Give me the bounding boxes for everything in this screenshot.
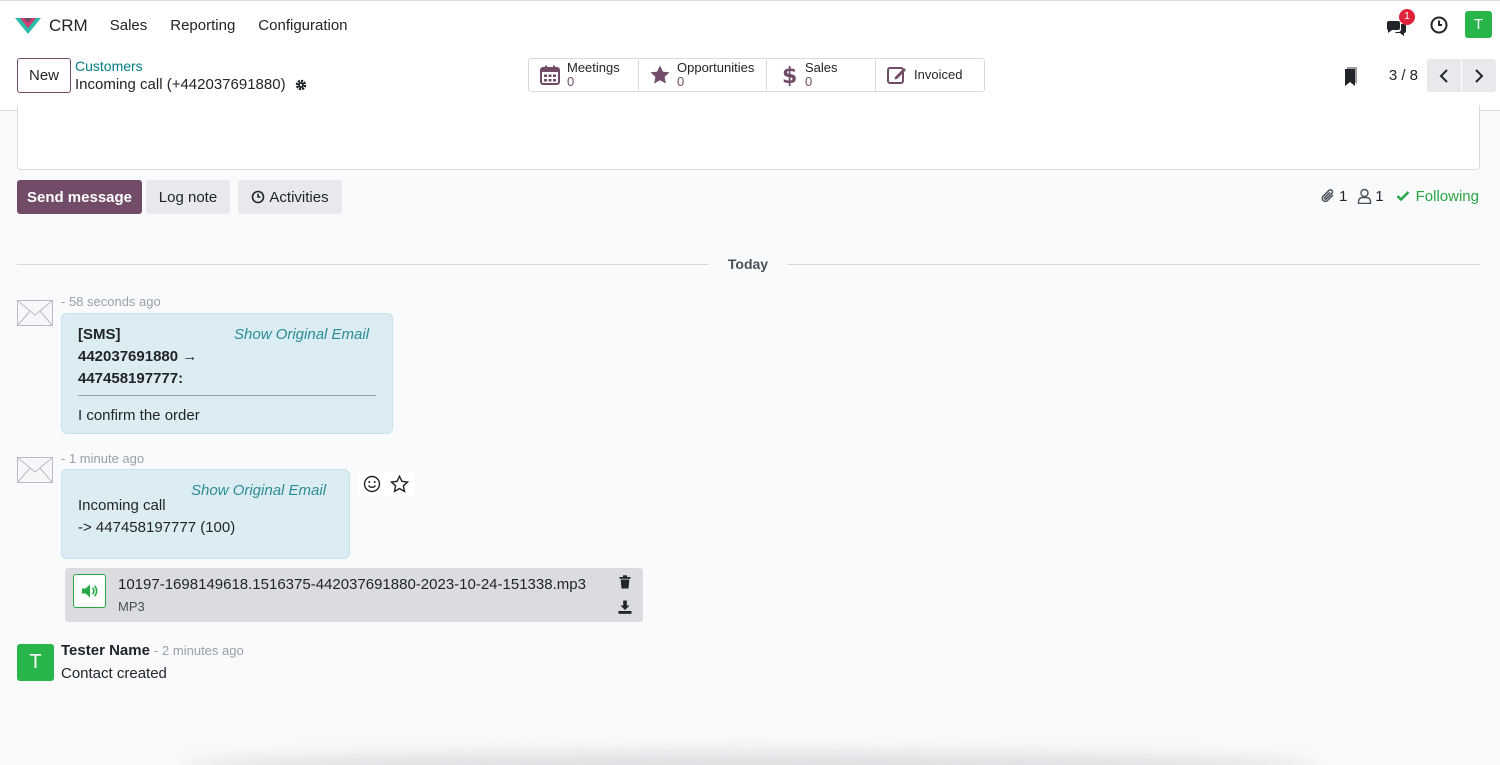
app-name: CRM <box>49 15 88 35</box>
systray: 1 T <box>1385 8 1492 38</box>
opportunities-label: Opportunities <box>677 60 755 75</box>
messages-menu[interactable]: 1 <box>1385 8 1415 37</box>
attachment-filename: 10197-1698149618.1516375-442037691880-20… <box>118 576 586 593</box>
record-title: Incoming call (+442037691880) <box>75 76 286 93</box>
call-body-line: -> 447458197777 (100) <box>78 519 236 536</box>
message-header: Tester Name - 2 minutes ago <box>61 642 244 659</box>
invoiced-label: Invoiced <box>914 67 963 82</box>
star-icon <box>650 65 670 84</box>
meetings-count: 0 <box>567 74 575 89</box>
record-form-bottom <box>17 105 1480 170</box>
user-avatar[interactable]: T <box>1465 11 1492 38</box>
activities-menu[interactable] <box>1429 15 1449 35</box>
main-menu: Sales Reporting Configuration <box>110 17 371 34</box>
clock-icon <box>252 190 265 204</box>
separator-line-right <box>787 264 1480 265</box>
trash-icon[interactable] <box>619 575 631 589</box>
new-button[interactable]: New <box>17 58 71 93</box>
activities-button[interactable]: Activities <box>238 180 342 214</box>
clock-icon <box>1430 16 1448 33</box>
sms-message-bubble: Show Original Email [SMS] 442037691880 →… <box>61 313 393 434</box>
sms-header: [SMS] 442037691880 → 447458197777: <box>78 324 197 390</box>
activities-label: Activities <box>269 188 329 206</box>
envelope-icon <box>17 457 53 483</box>
check-icon <box>1396 191 1409 202</box>
bookmark-icon[interactable] <box>1343 66 1359 86</box>
invoiced-smart-button[interactable]: Invoiced <box>876 59 984 91</box>
message-date: - 2 minutes ago <box>154 643 244 658</box>
breadcrumb-customers-link[interactable]: Customers <box>75 58 308 74</box>
breadcrumb: Customers Incoming call (+442037691880) <box>75 58 308 93</box>
svg-text:$: $ <box>782 64 797 86</box>
record-pager: 3 / 8 <box>1343 59 1496 92</box>
call-body: Incoming call -> 447458197777 (100) <box>78 495 235 539</box>
opportunities-smart-button[interactable]: Opportunities 0 <box>639 59 767 91</box>
pager-next-button[interactable] <box>1462 59 1496 92</box>
date-separator: Today <box>727 256 769 272</box>
sales-smart-button[interactable]: $ Sales 0 <box>767 59 876 91</box>
bottom-scroll-shadow <box>180 752 1320 765</box>
attachment-thumbnail[interactable] <box>73 574 106 608</box>
sms-divider <box>78 395 376 396</box>
smart-buttons: Meetings 0 Opportunities 0 $ Sales 0 Inv… <box>528 58 985 92</box>
meetings-smart-button[interactable]: Meetings 0 <box>529 59 639 91</box>
following-label: Following <box>1415 187 1479 205</box>
sales-label: Sales <box>805 60 838 75</box>
send-message-button[interactable]: Send message <box>17 180 142 214</box>
follower-count: 1 <box>1375 187 1384 205</box>
crm-logo-icon <box>15 17 41 34</box>
attachment-count: 1 <box>1338 187 1348 205</box>
following-button[interactable]: Following <box>1396 188 1479 205</box>
meetings-label: Meetings <box>567 60 620 75</box>
show-original-email-link[interactable]: Show Original Email <box>234 326 369 343</box>
dollar-icon: $ <box>782 64 797 86</box>
author-avatar[interactable]: T <box>17 644 54 681</box>
followers-button[interactable]: 1 <box>1357 187 1384 205</box>
sales-count: 0 <box>805 74 813 89</box>
sms-body: I confirm the order <box>78 407 200 424</box>
chatter-topbar-right: 1 1 Following <box>1310 187 1479 205</box>
paperclip-icon <box>1321 189 1334 203</box>
smiley-icon[interactable] <box>363 475 381 493</box>
speaker-icon <box>81 584 97 598</box>
breadcrumb-current: Incoming call (+442037691880) <box>75 76 308 93</box>
attachment-type: MP3 <box>118 599 145 614</box>
edit-icon <box>887 67 906 84</box>
menu-reporting[interactable]: Reporting <box>170 17 235 34</box>
menu-configuration[interactable]: Configuration <box>258 17 347 34</box>
audio-attachment[interactable]: 10197-1698149618.1516375-442037691880-20… <box>65 568 643 622</box>
download-icon[interactable] <box>618 600 632 614</box>
pager-previous-button[interactable] <box>1427 59 1461 92</box>
log-note-button[interactable]: Log note <box>146 180 230 214</box>
sms-header-line: 447458197777: <box>78 370 184 387</box>
call-body-line: Incoming call <box>78 497 166 514</box>
top-navbar: CRM Sales Reporting Configuration 1 T <box>0 0 1500 50</box>
separator-line-left <box>17 264 709 265</box>
app-brand[interactable]: CRM <box>14 16 88 36</box>
user-icon <box>1358 188 1372 204</box>
star-icon[interactable] <box>390 475 410 493</box>
gear-icon[interactable] <box>294 78 308 92</box>
control-panel: New Customers Incoming call (+4420376918… <box>0 50 1500 111</box>
attachments-button[interactable]: 1 <box>1320 187 1347 205</box>
author-name[interactable]: Tester Name <box>61 642 150 659</box>
envelope-icon <box>17 300 53 326</box>
message-date: - 58 seconds ago <box>61 294 161 309</box>
call-message-bubble: Show Original Email Incoming call -> 447… <box>61 469 350 559</box>
sms-header-line: 442037691880 → <box>78 348 198 365</box>
pager-value[interactable]: 3 / 8 <box>1389 67 1418 84</box>
chevron-left-icon <box>1439 68 1448 83</box>
opportunities-count: 0 <box>677 74 685 89</box>
message-date: - 1 minute ago <box>61 451 145 466</box>
chevron-right-icon <box>1475 68 1484 83</box>
message-body: Contact created <box>61 665 167 682</box>
calendar-icon <box>540 65 560 85</box>
message-actions <box>358 472 414 496</box>
sms-header-line: [SMS] <box>78 326 121 343</box>
menu-sales[interactable]: Sales <box>110 17 148 34</box>
message-count-badge: 1 <box>1399 8 1415 25</box>
